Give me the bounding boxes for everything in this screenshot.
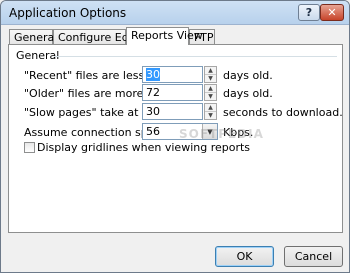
gridlines-checkbox-label[interactable]: Display gridlines when viewing reports	[37, 141, 250, 154]
spin-up-icon[interactable]: ▲	[205, 104, 216, 112]
recent-days-spinner[interactable]: ▲ ▼	[204, 66, 217, 83]
older-days-value: 72	[146, 86, 160, 99]
gridlines-checkbox[interactable]	[24, 142, 35, 153]
group-divider	[54, 56, 337, 57]
older-days-input[interactable]: 72	[142, 84, 203, 101]
slow-seconds-spinner[interactable]: ▲ ▼	[204, 103, 217, 120]
window-title: Application Options	[9, 6, 127, 20]
connection-speed-value: 56	[146, 125, 160, 138]
spin-down-icon[interactable]: ▼	[205, 93, 216, 101]
recent-days-suffix: days old.	[223, 69, 273, 82]
recent-days-value: 30	[146, 68, 160, 81]
title-bar[interactable]: Application Options ? ✕	[1, 1, 349, 25]
softpedia-watermark: SOFTPEDIA	[179, 127, 264, 141]
ok-button[interactable]: OK	[215, 246, 274, 267]
slow-seconds-suffix: seconds to download.	[223, 106, 343, 119]
spin-up-icon[interactable]: ▲	[205, 67, 216, 75]
older-days-suffix: days old.	[223, 87, 273, 100]
spin-down-icon[interactable]: ▼	[205, 112, 216, 120]
tab-configure-editors[interactable]: Configure Editors	[53, 29, 153, 44]
slow-seconds-input[interactable]: 30	[142, 103, 203, 120]
tab-reports-view[interactable]: Reports View	[126, 27, 203, 45]
slow-seconds-value: 30	[146, 105, 160, 118]
tab-general[interactable]: General	[9, 29, 57, 44]
older-days-spinner[interactable]: ▲ ▼	[204, 84, 217, 101]
cancel-button[interactable]: Cancel	[284, 246, 343, 267]
general-group-label: General	[16, 49, 60, 62]
spin-down-icon[interactable]: ▼	[205, 75, 216, 83]
close-button[interactable]: ✕	[320, 4, 344, 21]
spin-up-icon[interactable]: ▲	[205, 85, 216, 93]
help-button[interactable]: ?	[298, 4, 320, 21]
recent-days-input[interactable]: 30	[142, 66, 203, 83]
application-options-dialog: Application Options ? ✕ General Configur…	[0, 0, 350, 273]
